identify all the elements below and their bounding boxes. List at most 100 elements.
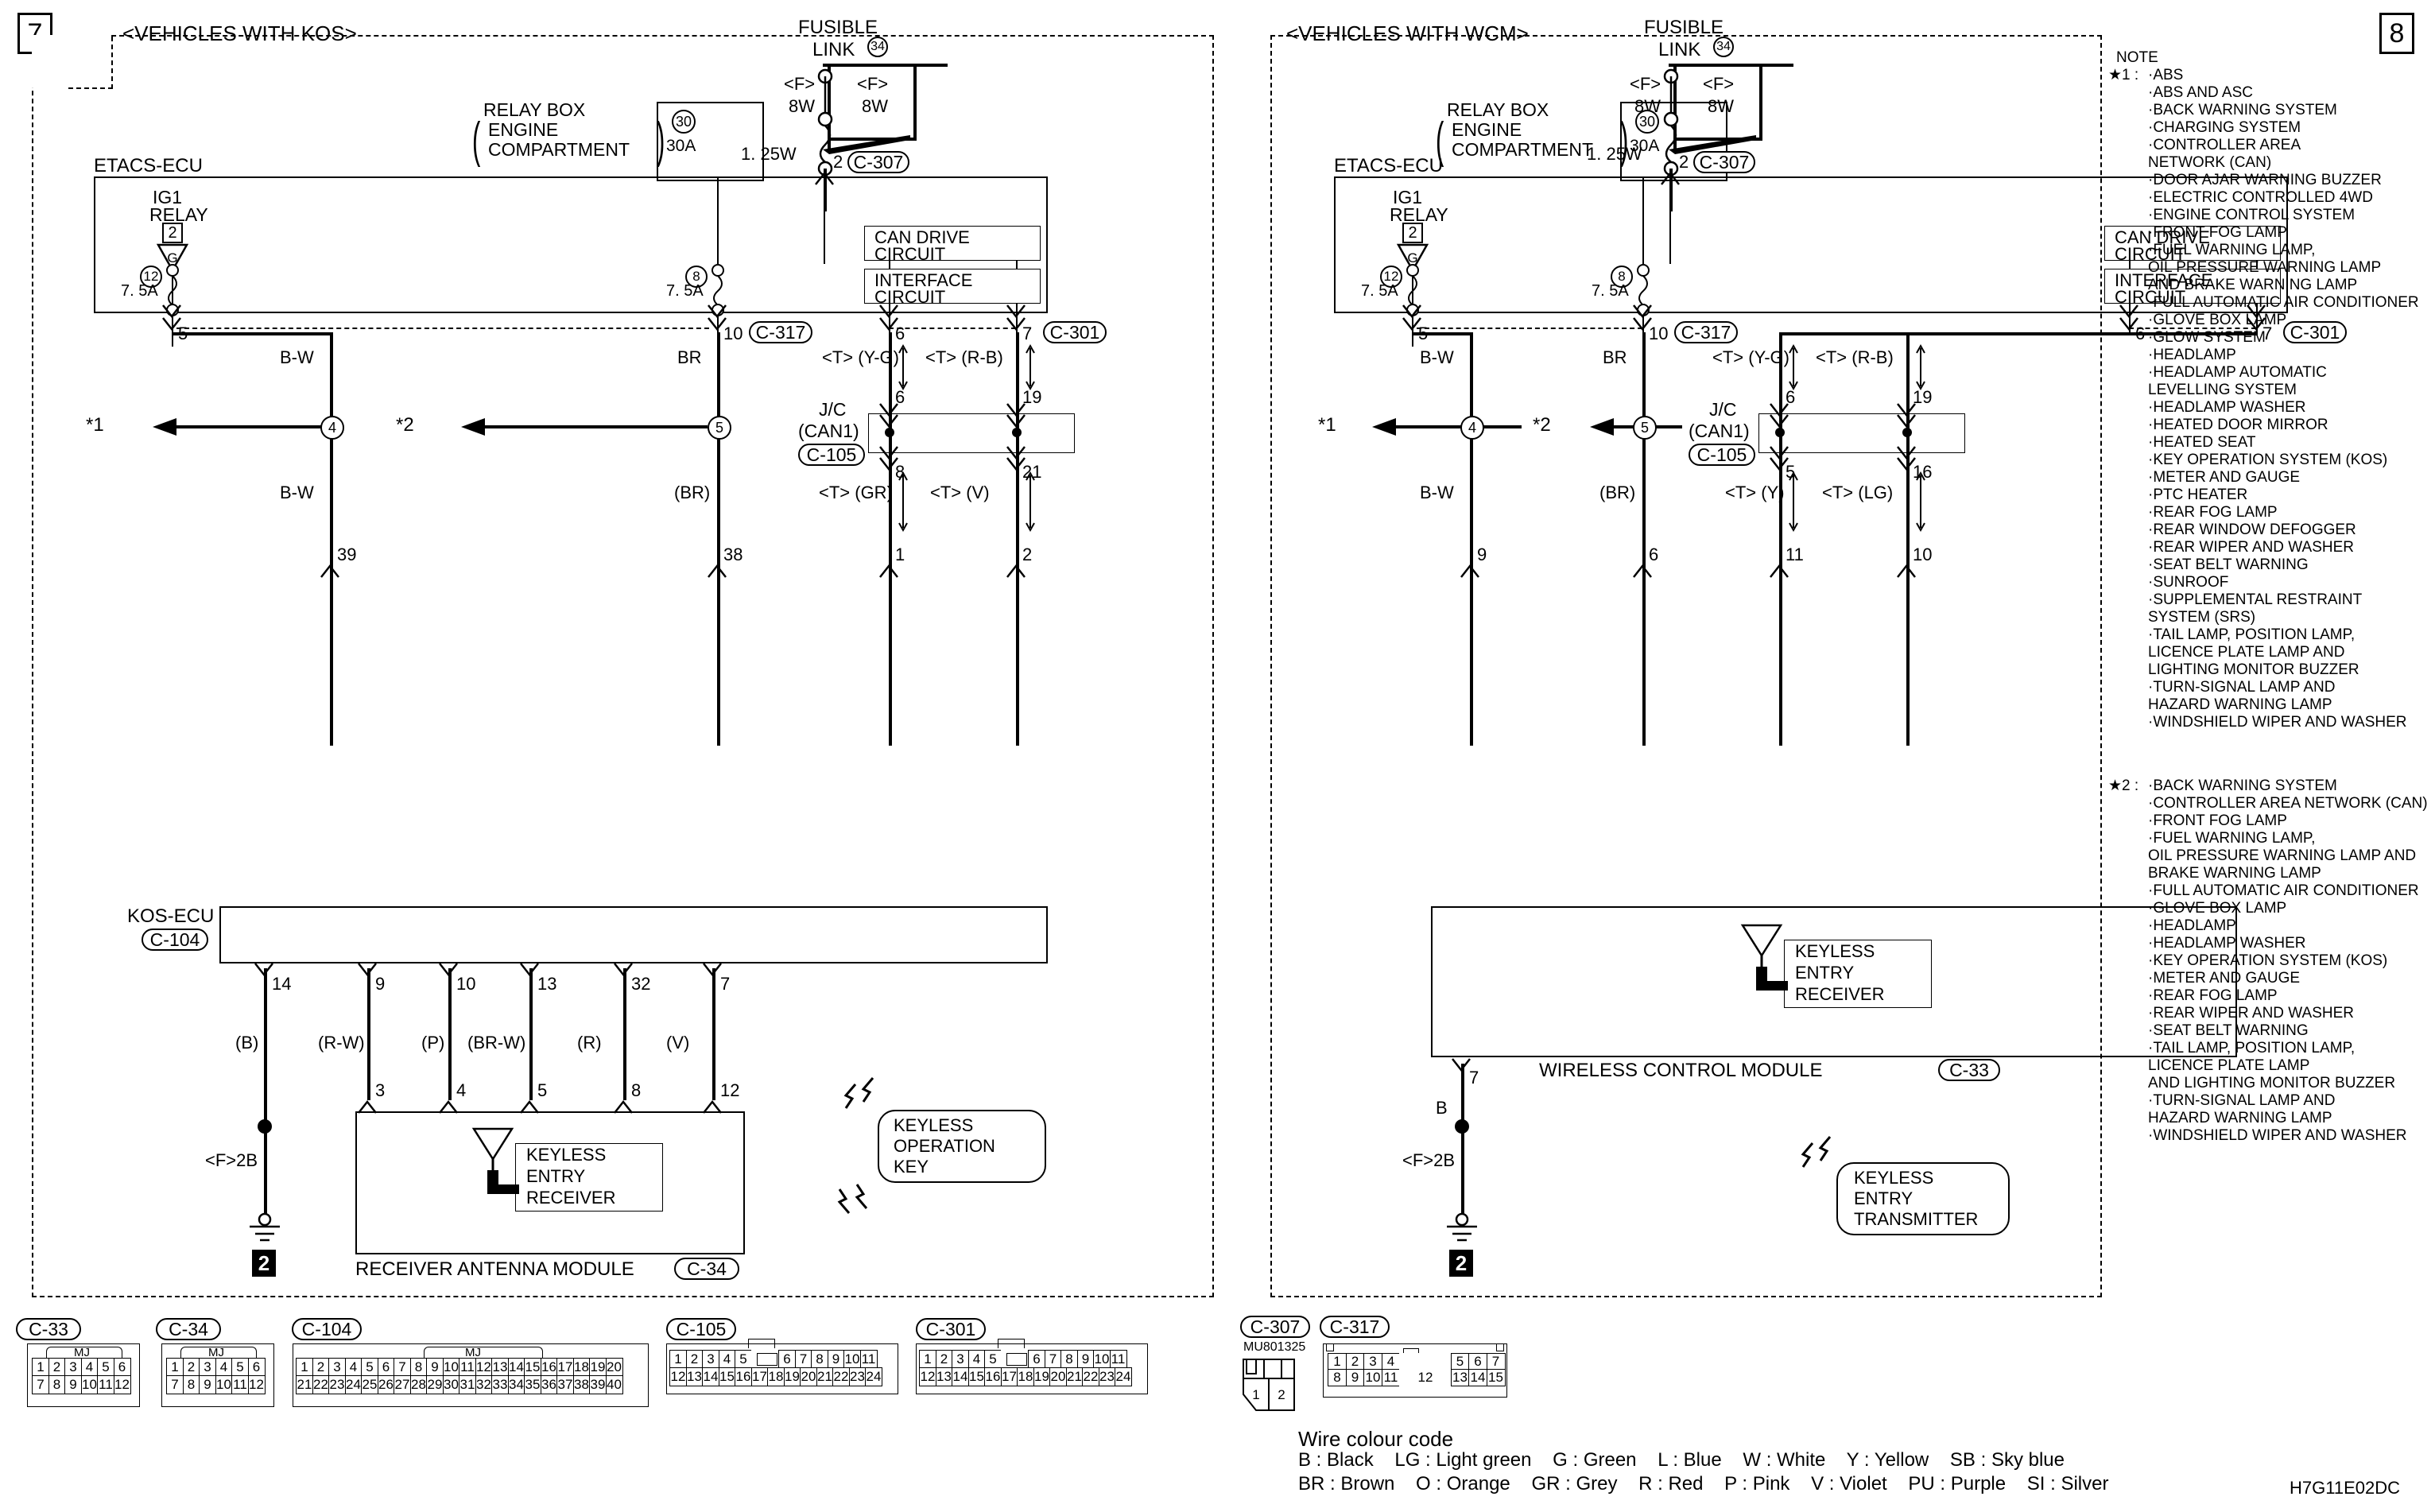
pin-cell: 6 [247, 1358, 266, 1377]
keyless-receiver-line2-8: ENTRY [1795, 963, 1855, 983]
note-2-line: ·KEY OPERATION SYSTEM (KOS) [2148, 952, 2388, 969]
relay-fuse-amp-7: 30A [666, 137, 696, 155]
note-1-line: LICENCE PLATE LAMP AND [2148, 644, 2345, 661]
note-1-line: SYSTEM (SRS) [2148, 609, 2256, 626]
connector-keyway-c301 [1006, 1353, 1027, 1366]
module-in-arrow-6-8 [1633, 564, 1652, 578]
connector-tab-c33 [46, 1347, 122, 1358]
pin-cell: 21 [296, 1375, 313, 1394]
pin-cell: 2 [182, 1358, 200, 1377]
module-in-arrow-38-7 [708, 564, 727, 578]
note-1-line: ·FULL AUTOMATIC AIR CONDITIONER [2148, 294, 2419, 311]
note-1-line: ·REAR FOG LAMP [2148, 504, 2278, 521]
pin-cell: 22 [312, 1375, 330, 1394]
fuse-type-right-8: <F> [1703, 74, 1735, 94]
panel-7-corner-notch [32, 35, 111, 87]
ecu-connector-c317-8: C-317 [1674, 321, 1738, 343]
connector-id-c307: C-307 [1250, 1316, 1301, 1337]
note-2-line: ·HEADLAMP [2148, 917, 2236, 934]
pin-cell: 11 [97, 1375, 114, 1394]
wire-label-bw-lower-7: B-W [280, 483, 314, 502]
note-1-line: ·SUPPLEMENTAL RESTRAINT [2148, 591, 2363, 608]
ig1-relay-square-8: 2 [1402, 223, 1423, 243]
pin-cell: 7 [394, 1358, 411, 1377]
twist-arrow-yg-8 [1789, 343, 1798, 391]
pin-cell: 23 [848, 1367, 867, 1386]
splice-arrow-1-8 [1372, 418, 1522, 436]
main-wire-connector-7: C-307 [847, 151, 909, 173]
twist-arrow-yg-7 [898, 343, 908, 391]
note-1-line: ·HEADLAMP WASHER [2148, 399, 2306, 416]
pin-cell: 13 [491, 1358, 509, 1377]
module-in-arrow-9-8 [1460, 564, 1479, 578]
kos-out-arrow-14-7 [254, 963, 273, 977]
fuse-type-left-8: <F> [1630, 74, 1661, 94]
pin-cell: 30 [442, 1375, 460, 1394]
connector-id-c301: C-301 [925, 1318, 976, 1339]
connector-id-c317: C-317 [1329, 1316, 1380, 1337]
note-1-line: ·GLOW SYSTEM [2148, 329, 2266, 346]
twist-arrow-gr-7 [898, 471, 908, 533]
pin-cell: 5 [231, 1358, 249, 1377]
splice-circle-4-8: 4 [1460, 416, 1484, 440]
pin-cell: 3 [328, 1358, 346, 1377]
splice-ref-1-8: *1 [1318, 414, 1336, 436]
fuse-rating-left-7: 8W [789, 96, 815, 116]
ecu-pin-10-8: 10 [1649, 324, 1669, 343]
connector-label-c301: C-301 [916, 1318, 986, 1340]
jc-connector-8: C-105 [1689, 444, 1755, 466]
note-2-line: ·FRONT FOG LAMP [2148, 812, 2287, 829]
pin-cell: 6 [1468, 1353, 1487, 1370]
pin-cell: 11 [1381, 1369, 1401, 1386]
ground-id-7: 2 [252, 1250, 276, 1277]
relay-box-line2-8: ENGINE [1452, 119, 1522, 140]
wire-yg-8 [1779, 332, 1782, 746]
pin-cell: 6 [1028, 1350, 1045, 1369]
pin-cell: 4 [344, 1358, 363, 1377]
ecu-connector-c301-7: C-301 [1043, 321, 1107, 343]
wire-label-v-7: <T> (V) [930, 483, 990, 502]
connector-group-dash-b-7 [176, 328, 709, 329]
note-heading: NOTE [2116, 49, 2158, 66]
antenna-module-connector-label-7: C-34 [687, 1258, 727, 1279]
panel-7-title: <VEHICLES WITH KOS> [122, 21, 357, 45]
connector-row-c33-bottom: 7 8 9 10 11 12 [32, 1375, 131, 1394]
note-1-line: ·FUEL WARNING LAMP, [2148, 242, 2316, 258]
pin-cell: 10 [80, 1375, 99, 1394]
pin-cell: 23 [328, 1375, 346, 1394]
jc-arrow-in-6b-7 [879, 414, 898, 428]
jc-arrow-in-6b-8 [1770, 414, 1789, 428]
relay-box-line3-8: COMPARTMENT [1452, 139, 1594, 160]
jc-line2-8: (CAN1) [1689, 421, 1750, 441]
kos-out-arrow-32-7 [614, 963, 633, 977]
note-marker-2: ★2 : [2108, 777, 2139, 794]
note-2-line: ·BACK WARNING SYSTEM [2148, 777, 2337, 794]
kos-colour-rw-7: (R-W) [318, 1033, 365, 1053]
pin-cell: 11 [459, 1358, 476, 1377]
pin-cell: 4 [1381, 1353, 1401, 1370]
connector-group-dash-7 [889, 328, 1016, 329]
pin-cell: 3 [64, 1358, 82, 1377]
wire-label-yg-7: <T> (Y-G) [822, 347, 899, 367]
pin-cell: 14 [952, 1367, 969, 1386]
connector-label-c317: C-317 [1320, 1316, 1390, 1338]
module-in-arrow-10-8 [1897, 564, 1916, 578]
note-2-line: ·WINDSHIELD WIPER AND WASHER [2148, 1127, 2407, 1144]
svg-text:1: 1 [1252, 1387, 1259, 1402]
module-connector-7: C-104 [142, 929, 208, 951]
module-in-arrow-39-7 [320, 564, 339, 578]
pin-cell: 20 [605, 1358, 623, 1377]
pin-cell: 39 [589, 1375, 607, 1394]
pin-cell: 18 [767, 1367, 785, 1386]
pin-cell: 5 [735, 1350, 752, 1369]
pin-cell: 17 [556, 1358, 574, 1377]
pin-cell: 12 [669, 1367, 687, 1386]
pin-cell: 1 [32, 1358, 49, 1377]
pin-cell: 5 [984, 1350, 1002, 1369]
page-number-box-8: 8 [2379, 13, 2414, 54]
pin-cell: 9 [827, 1350, 845, 1369]
main-wire-size-7: 1. 25W [741, 144, 797, 164]
wire-colour-code-title: Wire colour code [1298, 1427, 1454, 1451]
splice-circle-5-num-7: 5 [715, 419, 723, 436]
jc-arrow-in-19b-7 [1006, 414, 1026, 428]
